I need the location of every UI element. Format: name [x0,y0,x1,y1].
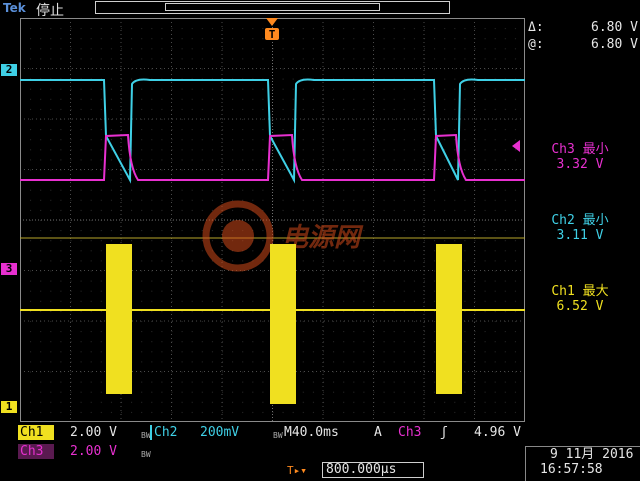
settings-bar: Ch1 2.00 V BW Ch2 200mV BW M40.0ms A Ch3… [0,422,640,481]
timebase[interactable]: M40.0ms [282,425,341,440]
ch1-label[interactable]: Ch1 [18,425,54,440]
measurement-ch3-min: Ch3 最小 3.32 V [530,142,630,172]
trigger-position-icon: T▸▾ [287,464,307,477]
brand-logo: Tek [3,1,26,15]
waveform-display[interactable]: 电源网 T [20,18,525,422]
trigger-level: 4.96 V [474,425,521,440]
delta-label: Δ: [528,20,544,35]
ch3-label[interactable]: Ch3 [18,444,54,459]
record-view-window [165,3,380,11]
measurement-value: 3.32 V [556,157,604,172]
trigger-mode: A [374,425,382,440]
clock: 16:57:58 [540,462,603,477]
trigger-source[interactable]: Ch3 [396,425,423,440]
measurement-ch2-min: Ch2 最小 3.11 V [530,213,630,243]
measurement-ch1-max: Ch1 最大 6.52 V [530,284,630,314]
ch3-ground-marker[interactable]: 3 [1,263,17,275]
ch2-label[interactable]: Ch2 [150,425,188,440]
measurement-value: 6.52 V [556,299,604,314]
at-value: 6.80 V [591,37,638,52]
measurement-label: Ch1 最大 [551,284,609,299]
ch1-scale: 2.00 V [70,425,117,440]
acquisition-status: 停止 [36,3,64,19]
ch2-scale: 200mV [200,425,240,440]
measurement-label: Ch3 最小 [551,142,609,157]
delta-value: 6.80 V [591,20,638,35]
svg-text:T: T [269,28,276,41]
ch3-scale: 2.00 V [70,444,117,459]
trigger-slope-icon: ʃ [440,425,448,440]
ch3-bandwidth-limit: BW [141,450,151,459]
date: 9 11月 2016 [550,447,634,462]
cursor-readout: Δ: 6.80 V @: 6.80 V [528,20,638,54]
at-label: @: [528,37,544,52]
measurement-label: Ch2 最小 [551,213,609,228]
ch2-ground-marker[interactable]: 2 [1,64,17,76]
ch1-ground-marker[interactable]: 1 [1,401,17,413]
status-bar: Tek 停止 [0,0,640,19]
trigger-position-readout[interactable]: 800.000µs [322,462,424,478]
measurement-value: 3.11 V [556,228,604,243]
